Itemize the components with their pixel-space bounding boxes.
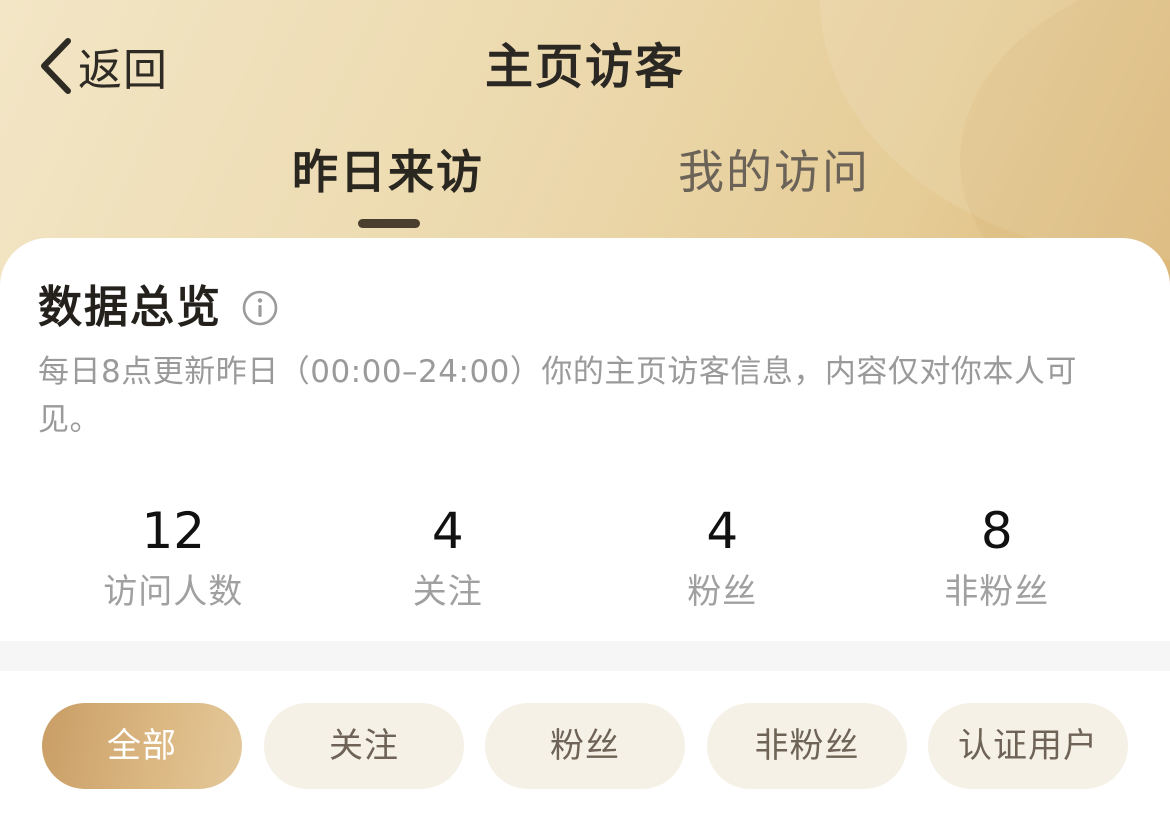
overview-title: 数据总览 bbox=[38, 282, 222, 333]
overview-description: 每日8点更新昨日（00:00–24:00）你的主页访客信息，内容仅对你本人可见。 bbox=[38, 354, 1077, 438]
filter-verified-chip[interactable]: 认证用户 bbox=[928, 703, 1128, 789]
stat-label: 关注 bbox=[412, 572, 483, 612]
stat-non-fans[interactable]: 8 非粉丝 bbox=[860, 500, 1135, 630]
overview-card: 数据总览 每日8点更新昨日（00:00–24:00）你的主页访客信息，内容仅对你… bbox=[0, 238, 1170, 641]
tab-yesterday-visits[interactable]: 昨日来访 bbox=[292, 140, 484, 204]
stat-label: 访问人数 bbox=[103, 572, 244, 612]
page-title: 主页访客 bbox=[484, 39, 685, 95]
filter-all-chip[interactable]: 全部 bbox=[42, 703, 242, 789]
stat-label: 非粉丝 bbox=[944, 572, 1050, 612]
tab-my-visits[interactable]: 我的访问 bbox=[678, 140, 870, 204]
filter-chips: 全部 关注 粉丝 非粉丝 认证用户 bbox=[42, 703, 1132, 789]
stats-row: 12 访问人数 4 关注 4 粉丝 8 非粉丝 bbox=[36, 500, 1134, 630]
stat-label: 粉丝 bbox=[687, 572, 758, 612]
stat-value: 4 bbox=[431, 502, 464, 560]
stat-value: 8 bbox=[980, 502, 1013, 560]
active-tab-indicator bbox=[358, 219, 420, 228]
stat-visitors[interactable]: 12 访问人数 bbox=[36, 500, 311, 630]
filter-fans-chip[interactable]: 粉丝 bbox=[485, 703, 685, 789]
section-divider bbox=[0, 641, 1170, 671]
stat-fans[interactable]: 4 粉丝 bbox=[585, 500, 860, 630]
info-circle-icon[interactable] bbox=[242, 290, 278, 326]
filter-following-chip[interactable]: 关注 bbox=[264, 703, 464, 789]
filter-non-fans-chip[interactable]: 非粉丝 bbox=[707, 703, 907, 789]
stat-following[interactable]: 4 关注 bbox=[311, 500, 586, 630]
stat-value: 4 bbox=[706, 502, 739, 560]
stat-value: 12 bbox=[141, 502, 206, 560]
